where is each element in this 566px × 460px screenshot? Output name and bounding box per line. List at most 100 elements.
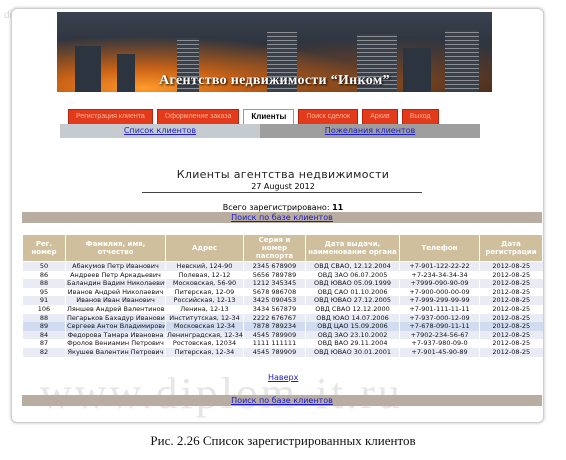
cell: Федорова Тамара Ивановна	[65, 330, 166, 340]
search-bar-top: Поиск по базе клиентов	[22, 212, 542, 223]
cell: Московская, 56-90	[165, 279, 244, 288]
cell: ОВД ЮАО 14.07.2006	[305, 313, 400, 323]
cell: Питерская, 12-09	[165, 287, 244, 297]
table-row[interactable]: 89 Сергеев Антон Владимирович Московская 1…	[22, 322, 543, 331]
cell: Российская, 12-13	[165, 296, 244, 305]
clients-table: Рег. номер Фамилия, имя, отчество Адрес …	[22, 234, 543, 357]
cell: 86	[22, 270, 66, 280]
cell: 2012-08-25	[479, 261, 543, 271]
title-divider	[142, 192, 422, 193]
nav-archive[interactable]: Архив	[362, 109, 398, 125]
cell: +7-234-34-34-34	[399, 270, 480, 280]
total-registered: Всего зарегистрировано: 11	[0, 203, 566, 212]
cell: ОВД ВАО 29.11.2004	[305, 339, 400, 348]
banner-title: Агентство недвижимости “Инком”	[159, 73, 390, 88]
cell: Невский, 124-90	[165, 261, 244, 271]
cell: 89	[22, 322, 66, 331]
cell: 91	[22, 296, 66, 305]
cell: 2012-08-25	[479, 279, 543, 288]
cell: 1212 345345	[243, 279, 306, 288]
figure-caption: Рис. 2.26 Список зарегистрированных клие…	[150, 433, 416, 448]
cell: ОВД САО 01.10.2006	[305, 287, 400, 297]
cell: ОВД ЦАО 15.09.2006	[305, 322, 400, 331]
cell: 2012-08-25	[479, 330, 543, 340]
cell: ОВД ЮВАО 27.12.2005	[305, 296, 400, 305]
watermark-bottom: www.diplom-it.ru	[40, 369, 403, 418]
total-count: 11	[332, 203, 344, 212]
col-address: Адрес	[165, 234, 244, 262]
cell: Якушев Валентин Петрович	[65, 347, 166, 357]
table-row[interactable]: 91 Иванов Иван Иванович Российская, 12-13 3…	[22, 296, 543, 305]
table-row[interactable]: 82 Якушев Валентин Петрович Питерская, 12-…	[22, 347, 543, 357]
cell: 88	[22, 279, 66, 288]
nav-clients[interactable]: Клиенты	[243, 109, 295, 125]
total-label: Всего зарегистрировано:	[222, 203, 330, 212]
table-row[interactable]: 88 Пегарьков Бахадур Иванович Институтская…	[22, 313, 543, 323]
cell: ОВД ЗАО 06.07.2005	[305, 270, 400, 280]
client-wishes-link[interactable]: Пожелания клиентов	[260, 124, 480, 138]
cell: 88	[22, 313, 66, 323]
cell: Абакумов Петр Иванович	[65, 261, 166, 271]
cell: 4545 789909	[243, 330, 306, 340]
cell: Полевая, 12-12	[165, 270, 244, 280]
cell: Фролов Вениамин Петрович	[65, 339, 166, 348]
table-row[interactable]: 95 Иванов Андрей Николаевич Питерская, 12-…	[22, 287, 543, 297]
agency-banner: Агентство недвижимости “Инком”	[57, 12, 492, 92]
cell: 5656 789789	[243, 270, 306, 280]
cell: 2012-08-25	[479, 339, 543, 348]
cell: +7-937-000-12-09	[399, 313, 480, 323]
nav-deal-search[interactable]: Поиск сделок	[298, 109, 359, 125]
col-passport: Серия и номер паспорта	[243, 234, 306, 262]
nav-place-order[interactable]: Оформление заказа	[156, 109, 240, 125]
cell: Баландин Вадим Николаевич	[65, 279, 166, 288]
table-row[interactable]: 86 Андреев Петр Аркадьевич Полевая, 12-12 5…	[22, 270, 543, 280]
cell: 106	[22, 304, 66, 314]
table-row[interactable]: 50 Абакумов Петр Иванович Невский, 124-90 2…	[22, 261, 543, 271]
search-clients-link-bottom[interactable]: Поиск по базе клиентов	[22, 395, 542, 406]
cell: 2345 678909	[243, 261, 306, 271]
table-row[interactable]: 88 Баландин Вадим Николаевич Московская, 5…	[22, 279, 543, 288]
client-list-link[interactable]: Список клиентов	[60, 124, 260, 138]
table-row[interactable]: 106 Ляншев Андрей Валентинович Ленина, 12-…	[22, 304, 543, 314]
cell: ОВД ЗАО 23.10.2002	[305, 330, 400, 340]
cell: Ляншев Андрей Валентинович	[65, 304, 166, 314]
col-phone: Телефон	[399, 234, 480, 262]
cell: 2222 676767	[243, 313, 306, 323]
cell: ОВД СВАО 12.12.2000	[305, 304, 400, 314]
cell: +7-900-000-00-09	[399, 287, 480, 297]
cell: 4545 789909	[243, 347, 306, 357]
nav-logout[interactable]: Выход	[401, 109, 439, 125]
nav-register-client[interactable]: Регистрация клиента	[68, 109, 153, 125]
main-nav: Регистрация клиента Оформление заказа Кл…	[68, 109, 439, 125]
cell: ОВД ЮВАО 05.09.1999	[305, 279, 400, 288]
table-row[interactable]: 84 Федорова Тамара Ивановна Ленинградская,…	[22, 330, 543, 340]
cell: 7878 789234	[243, 322, 306, 331]
table-header-row: Рег. номер Фамилия, имя, отчество Адрес …	[22, 234, 543, 262]
cell: +7-901-122-22-22	[399, 261, 480, 271]
cell: Институтская, 12-34	[165, 313, 244, 323]
cell: Московская 12-34	[165, 322, 244, 331]
cell: 2012-08-25	[479, 296, 543, 305]
cell: 2012-08-25	[479, 270, 543, 280]
cell: ОВД ЮВАО 30.01.2001	[305, 347, 400, 357]
cell: Андреев Петр Аркадьевич	[65, 270, 166, 280]
back-to-top-link[interactable]: Наверх	[268, 373, 298, 382]
col-reg-date: Дата регистрации	[479, 234, 543, 262]
cell: +7-937-980-09-0	[399, 339, 480, 348]
cell: 5678 986708	[243, 287, 306, 297]
cell: ОВД СВАО, 12.12.2004	[305, 261, 400, 271]
cell: 2012-08-25	[479, 322, 543, 331]
cell: 84	[22, 330, 66, 340]
cell: +7-678-090-11-11	[399, 322, 480, 331]
cell: Ленинградская, 12-345	[165, 330, 244, 340]
cell: +7902-234-56-67	[399, 330, 480, 340]
cell: 82	[22, 347, 66, 357]
search-clients-link-top[interactable]: Поиск по базе клиентов	[22, 212, 542, 223]
cell: 1111 111111	[243, 339, 306, 348]
cell: Иванов Андрей Николаевич	[65, 287, 166, 297]
cell: 87	[22, 339, 66, 348]
table-row[interactable]: 87 Фролов Вениамин Петрович Ростовская, 12…	[22, 339, 543, 348]
cell: 2012-08-25	[479, 287, 543, 297]
cell: Сергеев Антон Владимирович	[65, 322, 166, 331]
cell: Ленина, 12-13	[165, 304, 244, 314]
